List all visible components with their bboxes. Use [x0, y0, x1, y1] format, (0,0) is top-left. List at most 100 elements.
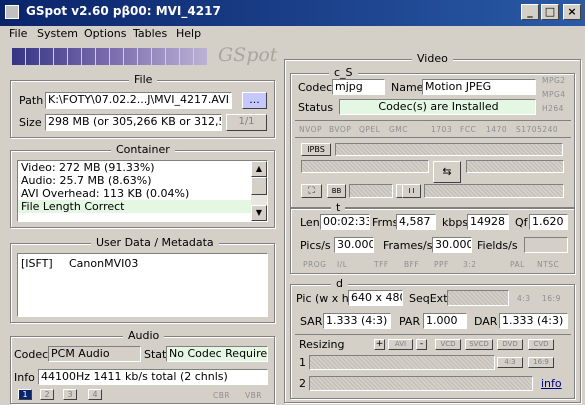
resize-cvd-button[interactable]: CVD — [528, 339, 554, 350]
audio-info-field: 44100Hz 1411 kb/s total (2 chnls) — [38, 369, 268, 385]
close-button[interactable]: × — [563, 4, 581, 20]
menu-help[interactable]: Help — [176, 27, 201, 40]
audio-stream-2-button[interactable]: 2 — [40, 389, 54, 400]
ipbs-button[interactable]: IPBS — [301, 143, 331, 156]
container-group: Container Video: 272 MB (91.33%) Audio: … — [10, 143, 275, 228]
audio-legend: Audio — [123, 329, 165, 342]
bframe-bar — [349, 184, 393, 198]
menu-file[interactable]: File — [9, 27, 27, 40]
menu-bar: File System Options Tables Help — [0, 26, 585, 44]
video-name-label: Name — [391, 81, 424, 94]
frames-label: Frames/s — [383, 239, 433, 252]
audio-stream-3-button[interactable]: 3 — [63, 389, 77, 400]
container-legend: Container — [111, 143, 175, 156]
userdata-list[interactable]: [ISFT] CanonMVI03 — [17, 253, 268, 317]
seqext-label: SeqExt — [409, 292, 448, 305]
file-group: File Path K:\FOTY\07.02.2...J\MVI_4217.A… — [10, 73, 275, 138]
audio-stat-label: Stat — [144, 348, 167, 361]
resizing-label: Resizing — [299, 338, 345, 351]
minimize-button[interactable]: _ — [521, 4, 539, 20]
resize-vcd-button[interactable]: VCD — [435, 339, 461, 350]
menu-options[interactable]: Options — [84, 27, 126, 40]
dar-label: DAR — [474, 315, 498, 328]
resize-dvd-button[interactable]: DVD — [497, 339, 523, 350]
container-list[interactable]: Video: 272 MB (91.33%) Audio: 25.7 MB (8… — [17, 160, 268, 222]
ar-4-3-tag: 4:3 — [517, 294, 531, 303]
frames-field: 30.000 — [432, 237, 472, 253]
path-label: Path — [19, 94, 44, 107]
prog-tag: PROG — [303, 260, 327, 269]
scroll-down-icon[interactable]: ▼ — [251, 205, 267, 221]
vbr-tag: VBR — [245, 391, 262, 400]
resize-avi-button[interactable]: AVI — [388, 339, 413, 350]
container-scrollbar[interactable]: ▲ ▼ — [251, 161, 267, 221]
dims-subgroup: d Pic (w x h) 640 x 480 SeqExt 4:3 16:9 … — [290, 277, 575, 399]
frms-field: 4,587 — [396, 214, 436, 230]
audio-stream-1-button[interactable]: 1 — [18, 389, 32, 400]
cbr-tag: CBR — [213, 391, 231, 400]
menu-tables[interactable]: Tables — [133, 27, 167, 40]
resize-ratio1-button[interactable]: 4:3 — [497, 357, 523, 368]
resize-row2-field — [309, 376, 533, 391]
userdata-legend: User Data / Metadata — [91, 236, 219, 249]
video-name-field: Motion JPEG — [422, 79, 536, 95]
userdata-key: [ISFT] — [21, 257, 53, 270]
mpg2-tag: MPG2 — [542, 76, 566, 85]
video-status-field: Codec(s) are Installed — [339, 99, 536, 115]
resize-svcd-button[interactable]: SVCD — [465, 339, 493, 350]
audio-stat-field: No Codec Required — [166, 346, 268, 362]
maximize-button[interactable]: □ — [541, 4, 559, 20]
fields-label: Fields/s — [477, 239, 518, 252]
size-label: Size — [19, 116, 42, 129]
divider — [295, 334, 571, 335]
qf-field: 1.620 — [529, 214, 568, 230]
pulldown-tag: 3:2 — [463, 260, 477, 269]
len-label: Len — [300, 216, 320, 229]
title-bar: GSpot v2.60 pβ00: MVI_4217 _ □ × — [0, 0, 585, 26]
video-group: Video c_S Codec mjpg Name Motion JPEG MP… — [284, 52, 581, 403]
info-link[interactable]: info — [541, 377, 562, 390]
swap-icon[interactable]: ⇆ — [433, 161, 461, 183]
app-icon[interactable] — [5, 5, 19, 19]
part-button[interactable]: 1/1 — [226, 114, 267, 131]
len-field: 00:02:33 — [320, 214, 370, 230]
browse-button[interactable]: ... — [242, 92, 267, 109]
fcc-tag: FCC — [460, 125, 477, 134]
audio-group: Audio Codec PCM Audio Stat No Codec Requ… — [10, 329, 275, 404]
bb-button[interactable]: BB — [327, 184, 346, 198]
resize-minus-button[interactable]: - — [416, 339, 427, 350]
ii-button[interactable]: I I — [402, 184, 421, 198]
scroll-thumb[interactable] — [251, 177, 267, 195]
path-field[interactable]: K:\FOTY\07.02.2...J\MVI_4217.AVI — [45, 92, 232, 109]
scroll-up-icon[interactable]: ▲ — [251, 161, 267, 177]
logo-squares — [12, 48, 208, 65]
resize-ratio2-button[interactable]: 16:9 — [528, 357, 554, 368]
sar-label: SAR — [300, 315, 323, 328]
graph-icon[interactable]: ⛶ — [301, 184, 322, 198]
divider — [295, 137, 571, 138]
ntsc-tag: NTSC — [537, 260, 560, 269]
par-field: 1.000 — [423, 313, 467, 329]
h264-tag: H264 — [542, 104, 564, 113]
nvop-tag: NVOP — [299, 125, 323, 134]
iframe-bar — [424, 184, 564, 198]
audio-info-label: Info — [14, 371, 35, 384]
fields-field — [524, 237, 568, 253]
video-codec-label: Codec — [298, 81, 333, 94]
list-item: File Length Correct — [18, 200, 267, 213]
mpg4-tag: MPG4 — [542, 90, 566, 99]
audio-stream-4-button[interactable]: 4 — [88, 389, 102, 400]
menu-system[interactable]: System — [37, 27, 78, 40]
timing-legend: t — [331, 201, 346, 214]
sar-field: 1.333 (4:3) — [323, 313, 391, 329]
list-item: Audio: 25.7 MB (8.63%) — [21, 174, 152, 187]
resize-plus-button[interactable]: + — [374, 339, 385, 350]
gspot-logo: GSpot — [218, 44, 278, 66]
pics-field: 30.000 — [334, 237, 374, 253]
resize-row2-label: 2 — [299, 377, 306, 390]
video-codec-field: mjpg — [332, 79, 385, 95]
userdata-group: User Data / Metadata [ISFT] CanonMVI03 — [10, 236, 275, 323]
userdata-value: CanonMVI03 — [69, 257, 139, 270]
size-field: 298 MB (or 305,266 KB or 312,593, — [45, 114, 222, 131]
dar-field: 1.333 (4:3) — [499, 313, 568, 329]
